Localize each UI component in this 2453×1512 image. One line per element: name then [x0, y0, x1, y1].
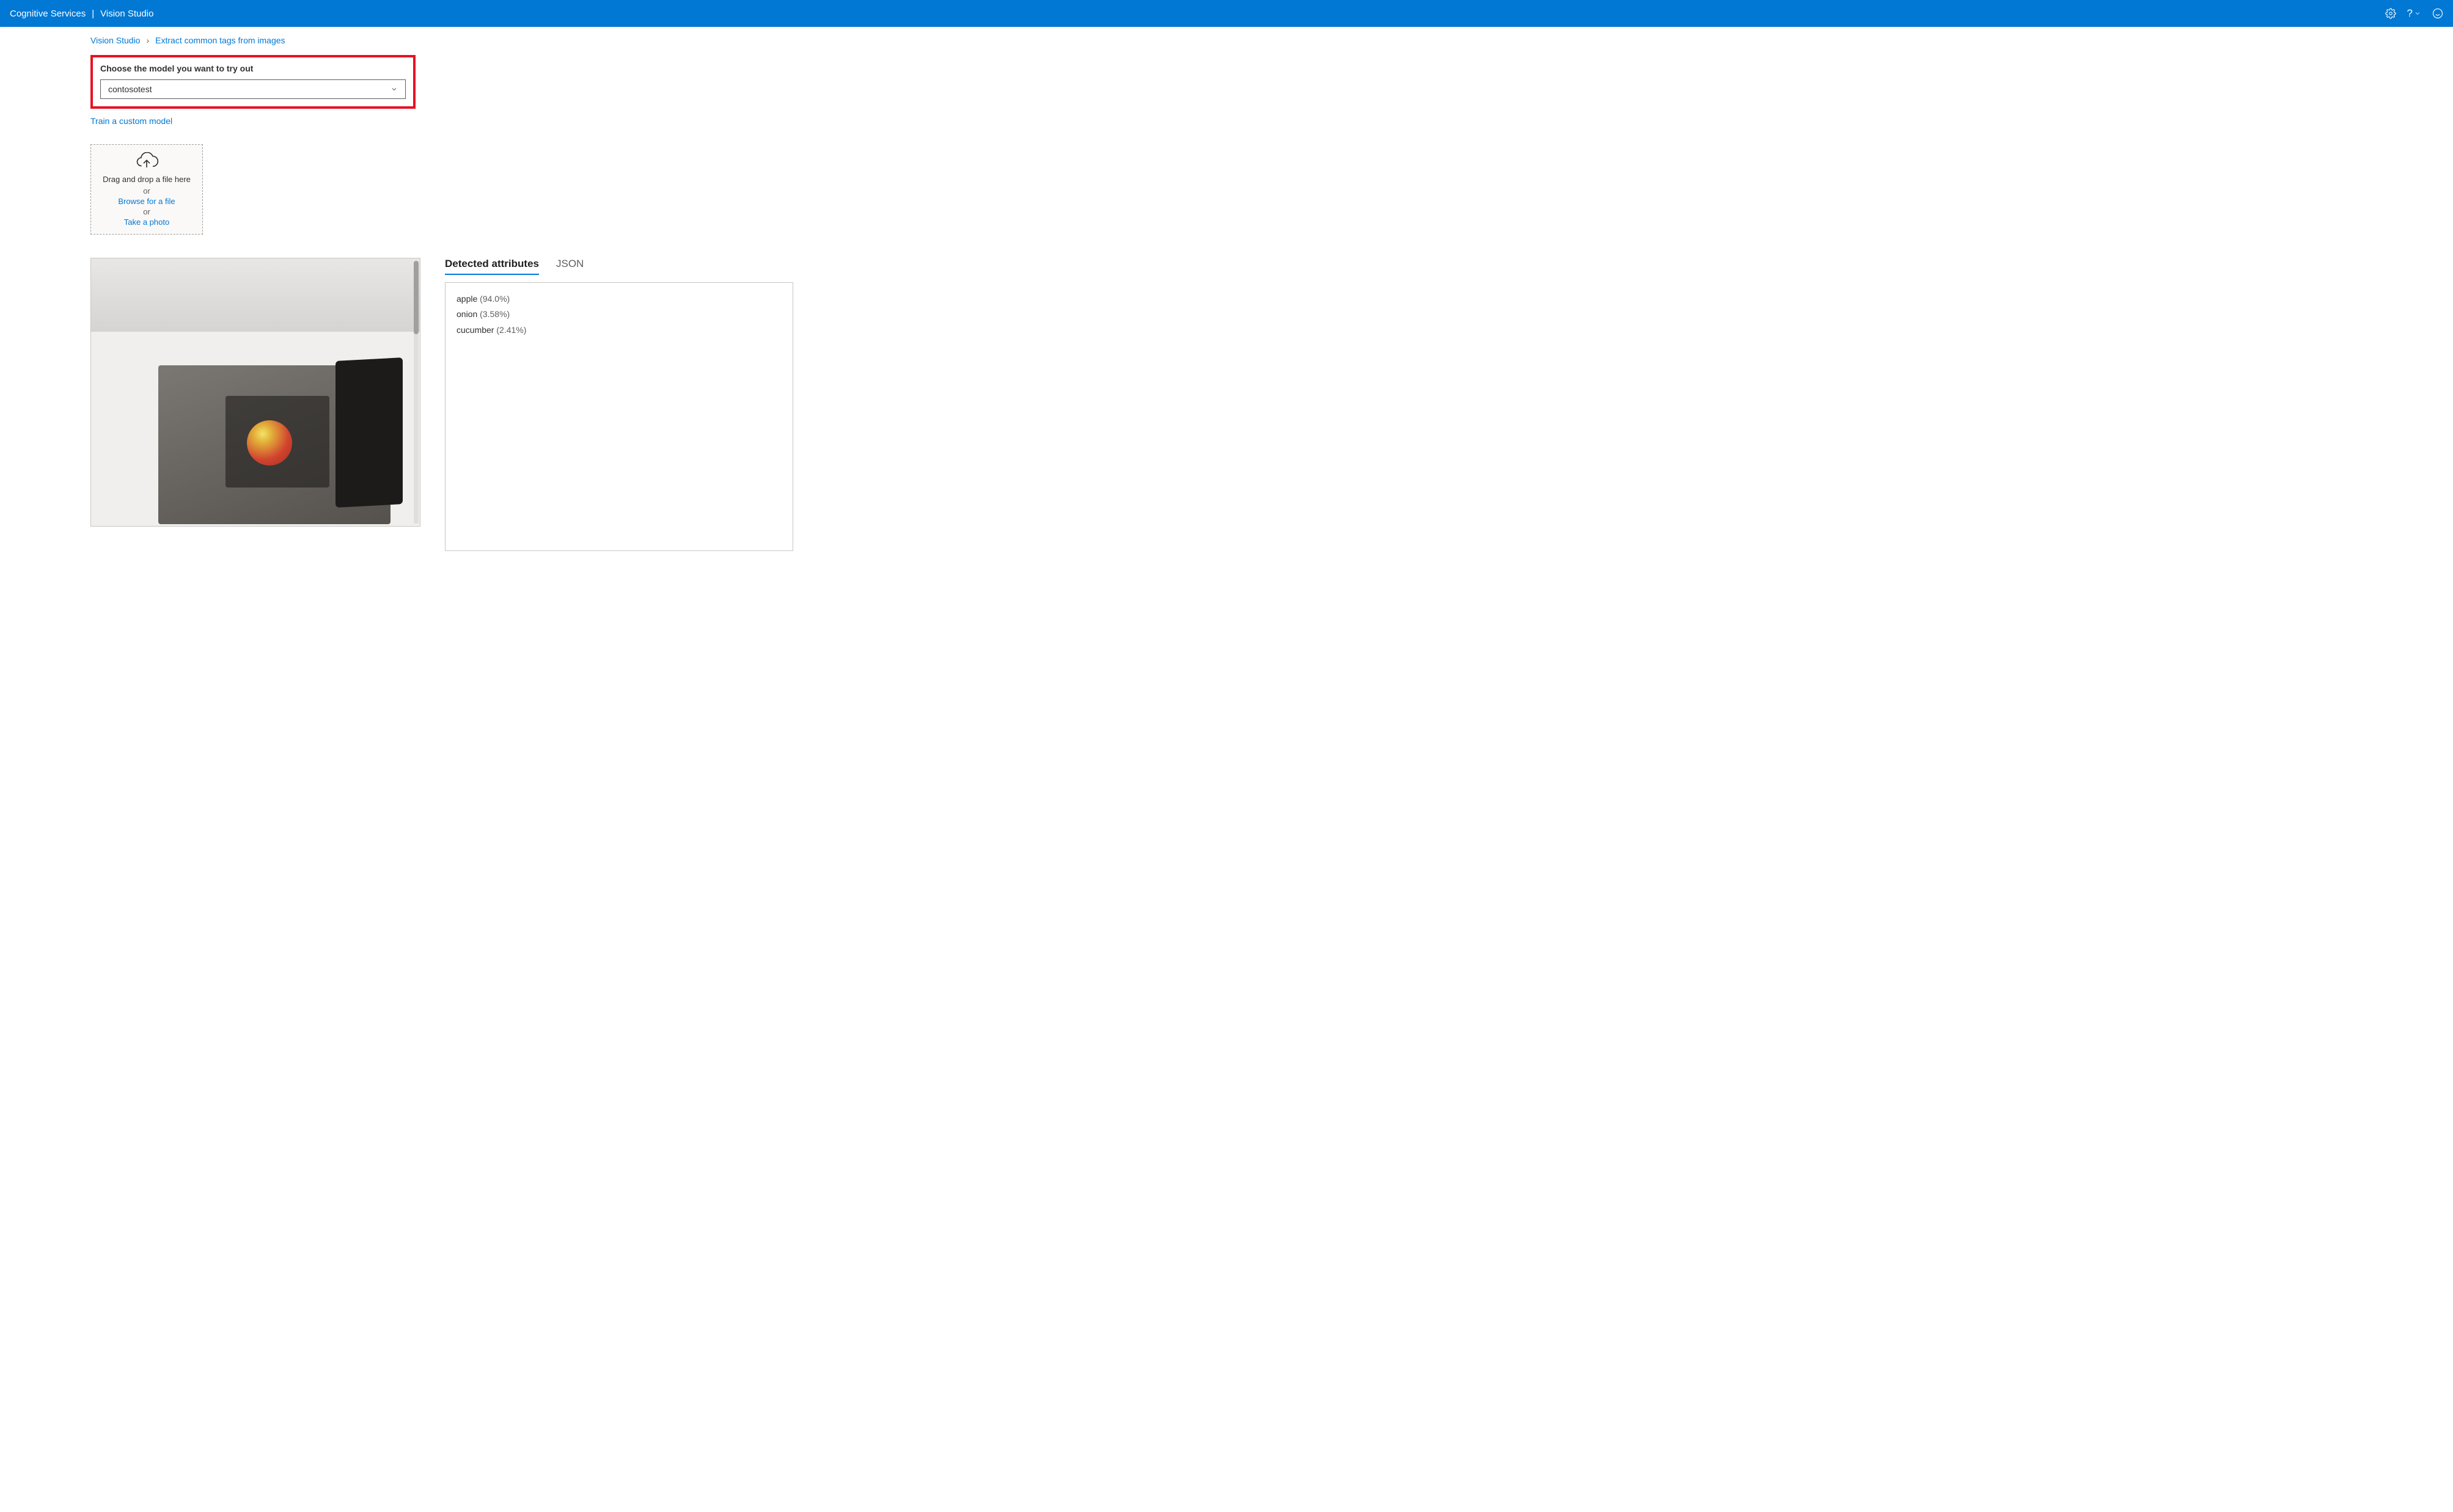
attribute-confidence: (3.58%) — [480, 309, 510, 319]
input-image-preview — [90, 258, 420, 527]
help-icon: ? — [2407, 7, 2413, 20]
help-dropdown[interactable]: ? — [2407, 7, 2421, 20]
brand-name: Cognitive Services — [10, 9, 86, 19]
breadcrumb: Vision Studio › Extract common tags from… — [90, 27, 2363, 54]
product-name: Vision Studio — [100, 9, 153, 19]
image-scrollbar-thumb[interactable] — [414, 261, 419, 334]
gear-icon[interactable] — [2385, 8, 2396, 19]
upload-cloud-icon — [134, 152, 159, 170]
dropzone-or-1: or — [98, 186, 195, 195]
breadcrumb-page-link[interactable]: Extract common tags from images — [155, 35, 285, 45]
train-model-link[interactable]: Train a custom model — [90, 116, 172, 126]
results-tabs: Detected attributes JSON — [445, 258, 793, 275]
attributes-list: apple (94.0%) onion (3.58%) cucumber (2.… — [445, 282, 793, 551]
chevron-down-icon — [391, 86, 398, 93]
results-area: Detected attributes JSON apple (94.0%) o… — [90, 258, 2363, 551]
attribute-label: onion — [457, 309, 477, 319]
app-header: Cognitive Services | Vision Studio ? — [0, 0, 2453, 27]
model-select[interactable]: contosotest — [100, 79, 406, 99]
model-select-value: contosotest — [108, 84, 391, 94]
dropzone-drag-text: Drag and drop a file here — [98, 174, 195, 185]
attribute-label: cucumber — [457, 325, 494, 335]
tab-json[interactable]: JSON — [556, 258, 584, 275]
image-scene — [91, 258, 420, 526]
header-actions: ? — [2385, 7, 2443, 20]
tab-detected-attributes[interactable]: Detected attributes — [445, 258, 539, 275]
file-dropzone[interactable]: Drag and drop a file here or Browse for … — [90, 144, 203, 235]
smiley-icon[interactable] — [2432, 8, 2443, 19]
breadcrumb-root-link[interactable]: Vision Studio — [90, 35, 140, 45]
chevron-down-icon — [2414, 10, 2421, 17]
dropzone-or-2: or — [98, 207, 195, 216]
attribute-row: apple (94.0%) — [457, 291, 782, 307]
results-panel: Detected attributes JSON apple (94.0%) o… — [445, 258, 793, 551]
apple-object — [247, 420, 292, 466]
attribute-row: onion (3.58%) — [457, 307, 782, 322]
header-title-group: Cognitive Services | Vision Studio — [10, 9, 153, 19]
breadcrumb-separator: › — [146, 35, 149, 45]
browse-file-link[interactable]: Browse for a file — [98, 197, 195, 206]
header-divider: | — [92, 9, 94, 19]
take-photo-link[interactable]: Take a photo — [98, 217, 195, 227]
main-content: Vision Studio › Extract common tags from… — [0, 27, 2453, 551]
attribute-confidence: (2.41%) — [496, 325, 526, 335]
model-selector-highlight: Choose the model you want to try out con… — [90, 55, 416, 109]
attribute-label: apple — [457, 294, 477, 304]
attribute-row: cucumber (2.41%) — [457, 323, 782, 338]
attribute-confidence: (94.0%) — [480, 294, 510, 304]
model-selector-label: Choose the model you want to try out — [100, 64, 406, 73]
